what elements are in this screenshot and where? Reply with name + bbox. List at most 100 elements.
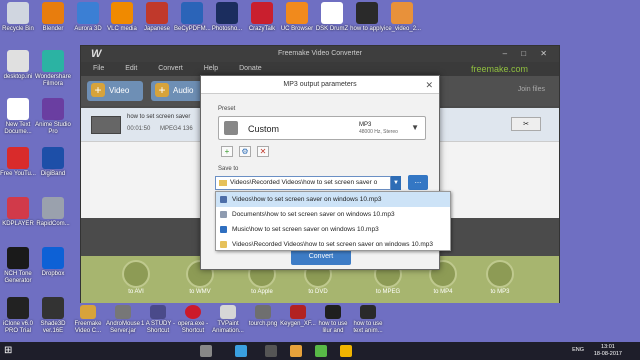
desktop-icon-rapidcom[interactable]: RapidCom... <box>35 197 71 228</box>
clock[interactable]: 13:01 18-08-2017 <box>594 344 622 358</box>
dropbox-icon <box>42 247 64 269</box>
join-files-toggle[interactable]: Join files <box>518 86 545 93</box>
music-folder-icon <box>220 226 227 233</box>
video-file-icon <box>360 305 376 319</box>
freemake-icon <box>80 305 96 319</box>
desktop-icon-anime-studio[interactable]: Anime Studio Pro <box>35 98 71 136</box>
start-button[interactable]: ⊞ <box>4 345 16 357</box>
kdplayer-icon <box>7 197 29 219</box>
iclone-icon <box>7 297 29 319</box>
brand-link[interactable]: freemake.com <box>471 62 528 76</box>
dropdown-item[interactable]: Videos\Recorded Videos\how to set screen… <box>216 237 450 252</box>
menu-convert[interactable]: Convert <box>158 65 183 72</box>
desktop-icon-aurora[interactable]: Aurora 3D <box>70 2 106 33</box>
preset-name: Custom <box>248 124 280 134</box>
preset-select[interactable]: Custom MP3 48000 Hz, Stereo ▼ <box>218 116 426 140</box>
add-preset-button[interactable]: + <box>221 146 233 157</box>
save-path-field[interactable]: Videos\Recorded Videos\how to set screen… <box>215 176 391 190</box>
save-path-dropdown-list: Videos\how to set screen saver on window… <box>215 191 451 251</box>
delete-preset-button[interactable]: ✕ <box>257 146 269 157</box>
desktop-icon-crazytalk[interactable]: CrazyTalk <box>244 2 280 33</box>
desktop-icon-kdplayer[interactable]: KDPLAYER <box>0 197 36 228</box>
save-to-label: Save to <box>218 166 239 172</box>
search-icon[interactable] <box>200 345 212 357</box>
dropdown-item[interactable]: Videos\how to set screen saver on window… <box>216 192 450 207</box>
desktop-icon-opera[interactable]: opera.exe - Shortcut <box>175 305 211 335</box>
video-file-icon <box>325 305 341 319</box>
desktop-icon-tvpaint[interactable]: TVPaint Animation... <box>210 305 246 335</box>
dropdown-item[interactable]: Documents\how to set screen saver on win… <box>216 207 450 222</box>
rapidcom-icon <box>42 197 64 219</box>
freemake-taskbar-icon[interactable] <box>340 345 352 357</box>
dialog-title: MP3 output parameters <box>283 81 357 88</box>
preset-format: MP3 <box>359 122 372 128</box>
window-controls[interactable]: – □ ✕ <box>503 46 553 62</box>
close-icon[interactable]: ✕ <box>425 76 433 94</box>
desktop-icon-becypdf[interactable]: BeCyPDFM... <box>174 2 211 33</box>
camtasia-icon[interactable] <box>315 345 327 357</box>
taskbar: ⊞ ENG 13:01 18-08-2017 <box>0 342 640 360</box>
window-titlebar[interactable]: W Freemake Video Converter – □ ✕ <box>81 46 559 62</box>
preset-detail: 48000 Hz, Stereo <box>359 129 398 135</box>
desktop-icon-desktop-ini[interactable]: desktop.ini <box>0 50 36 81</box>
menu-help[interactable]: Help <box>204 65 218 72</box>
desktop-icon-ucbrowser[interactable]: UC Browser <box>279 2 315 33</box>
desktop-icon-digiband[interactable]: DigiBand <box>35 147 71 178</box>
settings-gear-button[interactable]: ⚙ <box>239 146 251 157</box>
film-reel-icon <box>122 260 150 288</box>
preset-label: Preset <box>218 106 236 112</box>
nch-tone-icon <box>7 247 29 269</box>
desktop-icon-keygen[interactable]: Keygen_XF... <box>280 305 316 328</box>
language-indicator[interactable]: ENG <box>572 347 584 353</box>
desktop-icon-free-youtube[interactable]: Free YouTu... <box>0 147 36 178</box>
add-audio-button[interactable]: Audio <box>151 81 207 101</box>
to-mp3-button[interactable]: to MP3 <box>481 260 519 295</box>
menu-donate[interactable]: Donate <box>239 65 262 72</box>
video-file-icon <box>391 2 413 24</box>
jar-file-icon <box>115 305 131 319</box>
video-folder-icon <box>220 196 227 203</box>
desktop-icon-blender[interactable]: Blender <box>35 2 71 33</box>
ios-app-icon[interactable] <box>265 345 277 357</box>
to-avi-button[interactable]: to AVI <box>117 260 155 295</box>
dialog-titlebar[interactable]: MP3 output parameters ✕ <box>201 76 439 94</box>
desktop-icon-tourch[interactable]: tourch.png <box>245 305 281 328</box>
desktop-icon-recycle-bin[interactable]: Recycle Bin <box>0 2 36 33</box>
documents-folder-icon <box>220 211 227 218</box>
blender-icon <box>42 2 64 24</box>
text-file-icon <box>7 98 29 120</box>
shade3d-icon <box>42 297 64 319</box>
desktop-icon-dskdrumz[interactable]: DSK DrumZ <box>314 2 350 33</box>
desktop-icon-iclone[interactable]: iClone v6.0 PRO Trial <box>0 297 36 335</box>
edit-scissors-button[interactable]: ✂ <box>511 117 541 131</box>
desktop-icon-filmora[interactable]: Wondershare Filmora <box>35 50 71 88</box>
tvpaint-icon <box>220 305 236 319</box>
desktop-icon-dropbox[interactable]: Dropbox <box>35 247 71 278</box>
save-path-dropdown-button[interactable]: ▼ <box>391 176 401 190</box>
desktop-icon-nch-tone[interactable]: NCH Tone Generator <box>0 247 36 285</box>
ini-file-icon <box>7 50 29 72</box>
desktop-icon-a-study[interactable]: 1 A STUDY - Shortcut <box>140 305 176 335</box>
digiband-icon <box>42 147 64 169</box>
desktop-icon-japanese[interactable]: Japanese <box>139 2 175 33</box>
recycle-bin-icon <box>7 2 29 24</box>
folder-icon[interactable] <box>290 345 302 357</box>
desktop-icon-photoshop[interactable]: Photosho... <box>209 2 245 33</box>
edge-icon[interactable] <box>235 345 247 357</box>
clock-time: 13:01 <box>601 344 615 350</box>
video-thumbnail <box>91 116 121 134</box>
desktop-icon-how-to-use-lilur[interactable]: how to use lilur and <box>315 305 351 335</box>
desktop-icon-ice-video[interactable]: ice_video_2... <box>384 2 421 33</box>
dropdown-item[interactable]: Music\how to set screen saver on windows… <box>216 222 450 237</box>
desktop-icon-how-to-use-text[interactable]: how to use text anim... <box>350 305 386 335</box>
desktop-icon-andromouse[interactable]: AndroMouse Server.jar <box>105 305 141 335</box>
desktop-icon-how-to-apply[interactable]: how to apply <box>349 2 385 33</box>
desktop-icon-new-text[interactable]: New Text Docume... <box>0 98 36 136</box>
menu-edit[interactable]: Edit <box>125 65 137 72</box>
desktop-icon-freemake[interactable]: Freemake Video C... <box>70 305 106 335</box>
desktop-icon-shade3d[interactable]: Shade3D ver.16E <box>35 297 71 335</box>
menu-file[interactable]: File <box>93 65 104 72</box>
add-video-button[interactable]: Video <box>87 81 143 101</box>
desktop-icon-vlc[interactable]: VLC media <box>104 2 140 33</box>
browse-button[interactable]: ... <box>408 175 428 190</box>
